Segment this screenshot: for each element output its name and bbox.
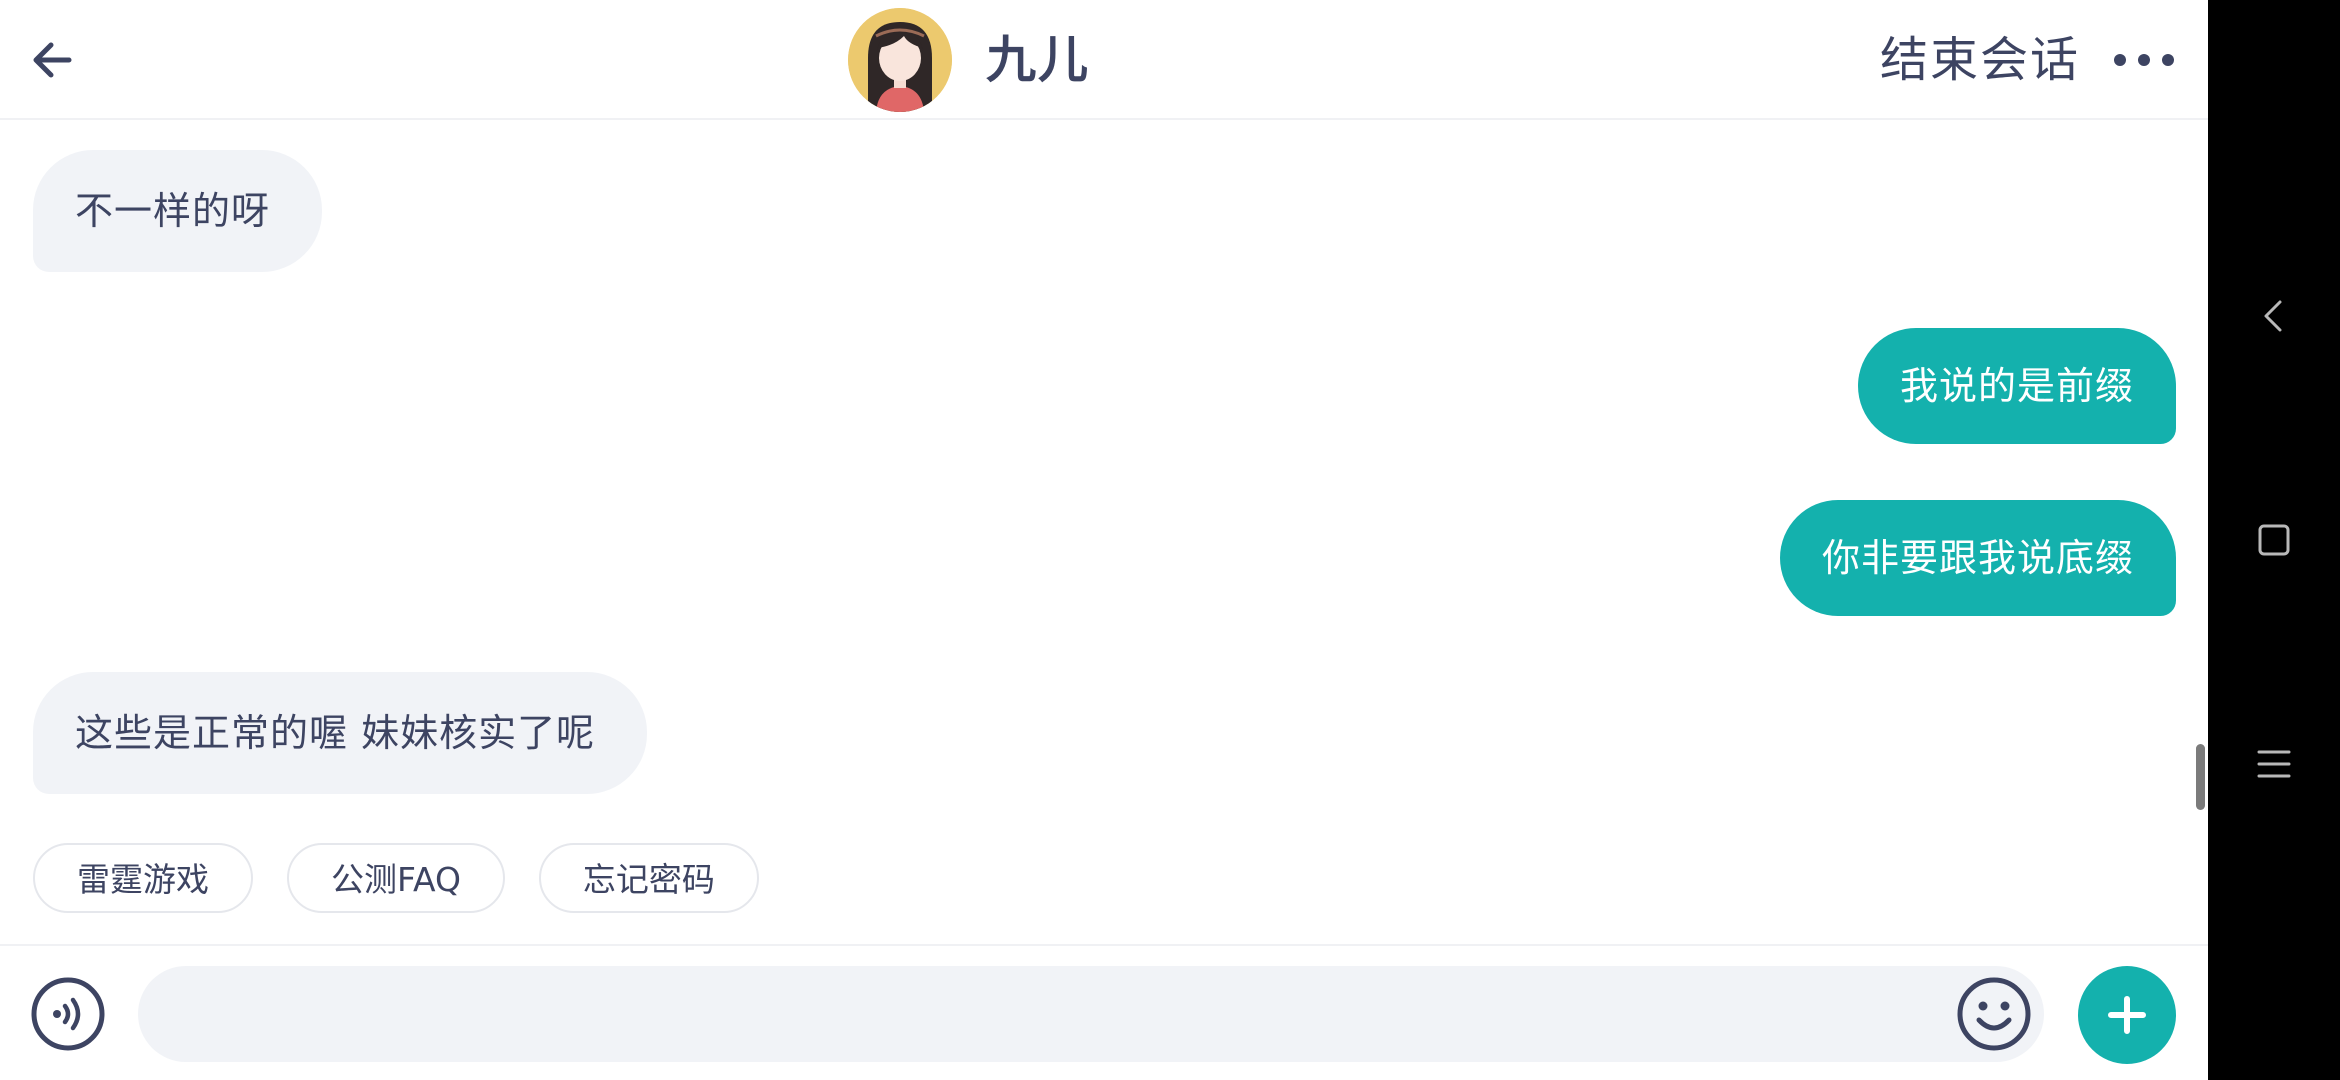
quick-reply-chip[interactable]: 忘记密码 [538, 843, 759, 913]
arrow-left-icon [33, 42, 72, 78]
agent-avatar [848, 8, 952, 112]
message-bubble-sent: 你非要跟我说底缀 [1779, 500, 2176, 616]
square-icon [2258, 524, 2290, 556]
quick-reply-chip[interactable]: 雷霆游戏 [33, 843, 253, 913]
more-button[interactable] [2108, 28, 2180, 92]
voice-input-button[interactable] [30, 976, 106, 1052]
back-button[interactable] [20, 28, 84, 92]
message-bubble-sent: 我说的是前缀 [1857, 328, 2176, 444]
system-back-button[interactable] [2234, 276, 2314, 356]
chevron-left-icon [2264, 300, 2282, 332]
scrollbar-thumb[interactable] [2196, 744, 2205, 810]
more-dots-icon [2114, 54, 2174, 66]
message-bubble-received: 这些是正常的喔 妹妹核实了呢 [33, 672, 648, 794]
top-navbar: 九儿 结束会话 [0, 0, 2208, 120]
quick-reply-chip[interactable]: 公测FAQ [287, 843, 505, 913]
end-session-button[interactable]: 结束会话 [1880, 28, 2080, 92]
message-bubble-received: 不一样的呀 [33, 150, 323, 272]
plus-icon [2108, 996, 2146, 1034]
menu-lines-icon [2257, 750, 2291, 778]
voice-icon [31, 977, 105, 1051]
system-home-button[interactable] [2234, 500, 2314, 580]
add-button[interactable] [2078, 966, 2176, 1064]
system-menu-button[interactable] [2234, 724, 2314, 804]
smiley-icon [1957, 977, 2031, 1051]
system-navigation-bar [2208, 0, 2340, 1080]
quick-reply-bar: 雷霆游戏 公测FAQ 忘记密码 [33, 843, 759, 913]
message-input[interactable] [138, 966, 2044, 1062]
input-bar [0, 944, 2208, 1080]
agent-name: 九儿 [986, 31, 1090, 89]
chat-app: 九儿 结束会话 不一样的呀 我说的是前缀 你非要跟我说底缀 这些是正常的喔 妹妹… [0, 0, 2208, 1080]
emoji-button[interactable] [1956, 976, 2032, 1052]
